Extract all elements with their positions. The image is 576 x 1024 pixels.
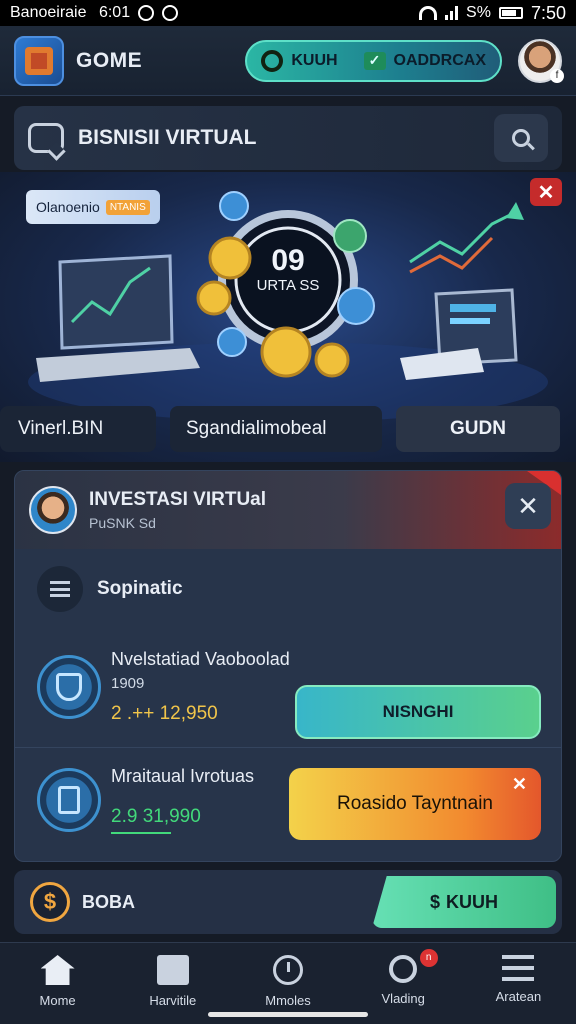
- nav-item-home[interactable]: Mome: [0, 943, 115, 1024]
- user-avatar[interactable]: f: [518, 38, 564, 83]
- store-icon: [25, 46, 53, 75]
- status-bar: Banoeiraie 6:01 S% 7:50: [0, 0, 576, 26]
- banner-button-2[interactable]: Sgandialimobeal: [170, 406, 382, 452]
- pill-kuuh-button[interactable]: KUUH: [261, 49, 338, 72]
- dollar-icon: $: [429, 891, 440, 912]
- investment-card-header: INVESTASI VIRTUal PuSNK Sd ✕: [15, 471, 561, 549]
- search-user-icon: [512, 129, 530, 147]
- notification-icon: [138, 5, 155, 21]
- investment-item: Mraitaual Ivrotuas 2.9 31,990 Roasido Ta…: [15, 747, 561, 851]
- battery-percent: S%: [466, 4, 491, 21]
- chat-icon: [28, 123, 64, 153]
- banner-button-3[interactable]: GUDN: [396, 406, 560, 452]
- pill-oaddrcax-label: OADDRCAX: [393, 51, 486, 69]
- investment-item-sub: 1909: [111, 675, 145, 692]
- search-icon: [389, 955, 418, 983]
- battery-icon: [498, 7, 523, 19]
- investment-card: INVESTASI VIRTUal PuSNK Sd ✕ Sopinatic N…: [14, 470, 562, 862]
- check-ticket-icon: ✓: [363, 51, 386, 70]
- status-time: 7:50: [530, 2, 566, 23]
- investment-action-button[interactable]: Roasido Tayntnain ✕: [289, 768, 541, 840]
- banner-close-button[interactable]: ✕: [530, 178, 562, 206]
- chart-arrow-illustration: [409, 202, 524, 274]
- section-row[interactable]: Sopinatic: [15, 549, 561, 629]
- business-title: BISNISII VIRTUAL: [78, 126, 257, 149]
- timer-value: 09: [271, 244, 304, 277]
- investment-action-label: Roasido Tayntnain: [337, 793, 493, 814]
- section-label: Sopinatic: [97, 578, 183, 599]
- search-user-button[interactable]: [494, 114, 548, 162]
- pill-kuuh-label: KUUH: [291, 51, 338, 69]
- home-icon: [40, 955, 75, 985]
- banner-tag[interactable]: Olanoenio NTANIS: [26, 190, 160, 224]
- coin-ring-icon: [261, 49, 284, 72]
- balance-card: $ BOBA $ KUUH: [14, 870, 562, 934]
- investor-avatar: [29, 486, 77, 534]
- nav-label: Harvitile: [149, 993, 197, 1008]
- header-pill-group: KUUH ✓ OADDRCAX: [245, 39, 502, 82]
- timer-label: URTA SS: [257, 277, 320, 294]
- close-icon: ✕: [517, 490, 539, 521]
- nav-label: Mmoles: [265, 993, 311, 1008]
- investment-title: INVESTASI VIRTUal: [89, 489, 267, 510]
- close-icon[interactable]: ✕: [512, 774, 527, 795]
- nav-item-aratean[interactable]: Aratean: [461, 943, 576, 1024]
- business-header: BISNISII VIRTUAL: [14, 106, 562, 170]
- laptop-illustration: [36, 254, 200, 382]
- app-title: GOME: [76, 48, 143, 72]
- investment-close-button[interactable]: ✕: [505, 483, 551, 529]
- close-icon: ✕: [537, 181, 555, 204]
- balance-action-button[interactable]: $ KUUH: [372, 876, 556, 928]
- investment-subtitle: PuSNK Sd: [89, 515, 156, 531]
- balance-label: BOBA: [82, 891, 135, 912]
- chart-icon: [156, 955, 189, 985]
- filter-icon: [37, 566, 83, 612]
- investment-item: Nvelstatiad Vaoboolad 1909 2 .++ 12,950 …: [15, 635, 561, 739]
- investment-item-name: Mraitaual Ivrotuas: [111, 766, 255, 786]
- investment-action-button[interactable]: NISNGHI: [295, 685, 541, 739]
- dollar-coin-icon: $: [30, 882, 70, 922]
- app-logo[interactable]: [14, 35, 64, 86]
- balance-action-label: KUUH: [446, 891, 498, 912]
- shield-icon: [37, 655, 101, 719]
- banner-tag-mini: NTANIS: [105, 199, 150, 215]
- menu-icon: [502, 955, 535, 981]
- top-bar: GOME KUUH ✓ OADDRCAX f: [0, 26, 576, 96]
- document-icon: [37, 768, 101, 832]
- investment-item-amount: 2.9 31,990: [111, 806, 201, 827]
- nav-label: Vlading: [381, 991, 425, 1006]
- investment-item-name: Nvelstatiad Vaoboolad: [111, 649, 290, 669]
- banner-button-1[interactable]: Vinerl.BIN: [0, 406, 156, 452]
- alarm-icon: [162, 5, 179, 21]
- clock-icon: [273, 955, 303, 985]
- nav-label: Aratean: [495, 989, 542, 1004]
- notification-badge: n: [419, 949, 438, 967]
- banner-tag-label: Olanoenio: [36, 199, 100, 215]
- banner-button-row: Vinerl.BIN Sgandialimobeal GUDN: [0, 406, 576, 454]
- pill-oaddrcax-button[interactable]: ✓ OADDRCAX: [363, 51, 486, 70]
- nav-label: Mome: [39, 993, 76, 1008]
- home-indicator[interactable]: [208, 1012, 368, 1017]
- avatar-badge: f: [550, 68, 564, 83]
- investment-item-amount: 2 .++ 12,950: [111, 703, 218, 724]
- wifi-icon: [419, 6, 438, 20]
- signal-icon: [445, 6, 459, 20]
- amount-underline: [111, 832, 171, 834]
- status-carrier-text: Banoeiraie 6:01: [10, 4, 131, 21]
